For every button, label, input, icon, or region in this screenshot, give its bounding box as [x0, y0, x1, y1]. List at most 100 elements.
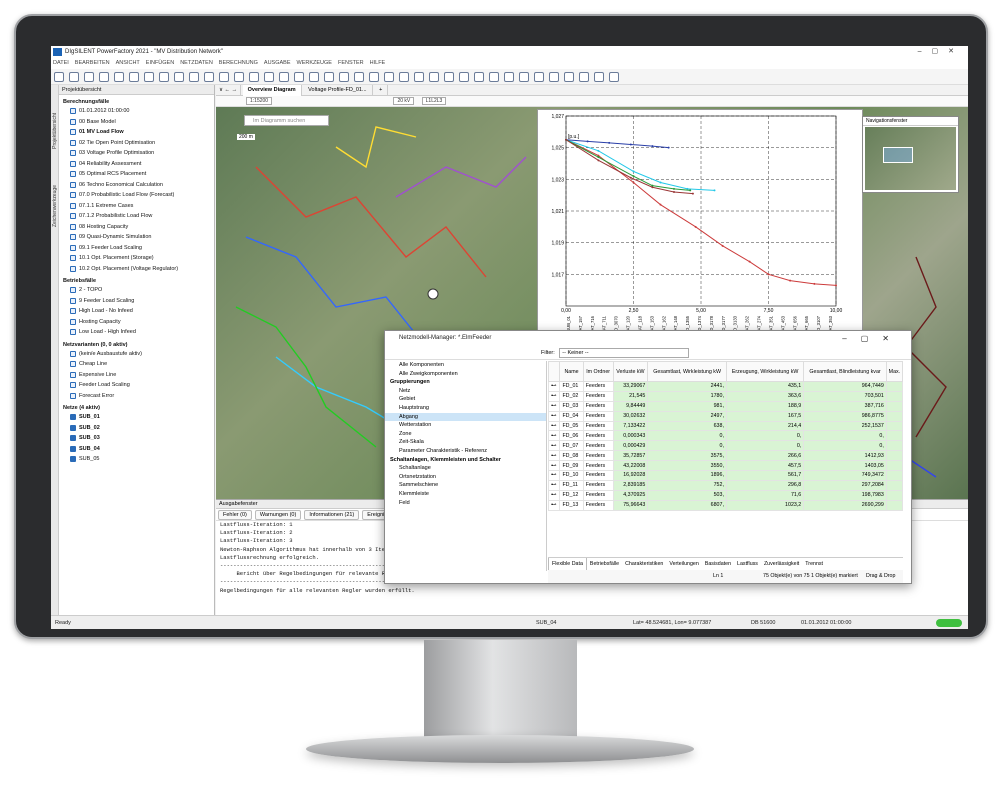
phase-select[interactable]: L1L2L3 — [421, 97, 447, 105]
category-item[interactable]: Zone — [385, 430, 546, 439]
toolbar-button-icon[interactable] — [459, 72, 469, 82]
tree-item[interactable]: 03 Voltage Profile Optimisation — [59, 148, 214, 159]
menu-item-einfügen[interactable]: EINFÜGEN — [146, 60, 174, 66]
toolbar-button-icon[interactable] — [204, 72, 214, 82]
toolbar-button-icon[interactable] — [144, 72, 154, 82]
category-item[interactable]: Schaltanlage — [385, 464, 546, 473]
category-item[interactable]: Hauptstrang — [385, 404, 546, 413]
toolbar-button-icon[interactable] — [219, 72, 229, 82]
column-header[interactable]: Erzeugung, Wirkleistung kW — [725, 361, 805, 382]
menu-item-werkzeuge[interactable]: WERKZEUGE — [297, 60, 332, 66]
column-header[interactable]: Gesamtlast, Wirkleistung kW — [647, 361, 727, 382]
tree-item[interactable]: SUB_01 — [59, 412, 214, 423]
column-header[interactable]: Max. — [885, 361, 903, 382]
menu-item-ansicht[interactable]: ANSICHT — [116, 60, 140, 66]
table-row[interactable]: ⊷ FD_05 Feeders 7,133422 638, 214,4 252,1537 — [548, 420, 903, 432]
tree-item[interactable]: 9 Feeder Load Scaling — [59, 296, 214, 307]
navigation-minimap[interactable] — [865, 127, 956, 190]
toolbar-button-icon[interactable] — [114, 72, 124, 82]
output-filter-button[interactable]: Fehler (0) — [218, 510, 252, 520]
toolbar-button-icon[interactable] — [339, 72, 349, 82]
tree-item[interactable]: Low Load - High Infeed — [59, 327, 214, 338]
category-item[interactable]: Abgang — [385, 412, 546, 422]
tree-item[interactable]: 10.1 Opt. Placement (Storage) — [59, 253, 214, 264]
menu-item-netzdaten[interactable]: NETZDATEN — [180, 60, 213, 66]
toolbar-button-icon[interactable] — [384, 72, 394, 82]
category-item[interactable]: Parameter Charakteristik - Referenz — [385, 447, 546, 456]
toolbar-button-icon[interactable] — [579, 72, 589, 82]
category-item[interactable]: Feld — [385, 499, 546, 508]
toolbar-button-icon[interactable] — [99, 72, 109, 82]
nav-arrows[interactable]: ∨ ← → — [216, 85, 242, 96]
category-item[interactable]: Gebiet — [385, 395, 546, 404]
tree-item[interactable]: 07.1.2 Probabilistic Load Flow — [59, 211, 214, 222]
tree-item[interactable]: Expensive Line — [59, 370, 214, 381]
menu-item-bearbeiten[interactable]: BEARBEITEN — [75, 60, 110, 66]
toolbar-button-icon[interactable] — [84, 72, 94, 82]
tree-item[interactable]: 09 Quasi-Dynamic Simulation — [59, 232, 214, 243]
toolbar-button-icon[interactable] — [129, 72, 139, 82]
table-row[interactable]: ⊷ FD_03 Feeders 9,84449 981, 188,9 387,716 — [548, 400, 903, 412]
navigation-window[interactable]: Navigationsfenster — [862, 116, 959, 193]
toolbar-button-icon[interactable] — [309, 72, 319, 82]
menu-item-fenster[interactable]: FENSTER — [338, 60, 364, 66]
table-row[interactable]: ⊷ FD_13 Feeders 75,96643 6807, 1023,2 2690,299 — [548, 499, 903, 511]
toolbar-button-icon[interactable] — [489, 72, 499, 82]
table-row[interactable]: ⊷ FD_08 Feeders 35,72857 3575, 266,6 1412,93 — [548, 450, 903, 462]
manager-window-controls[interactable]: –▢✕ — [842, 331, 903, 346]
category-item[interactable]: Gruppierungen — [385, 378, 546, 387]
toolbar-button-icon[interactable] — [294, 72, 304, 82]
manager-tab[interactable]: Lastfluss — [734, 558, 761, 570]
tree-item[interactable]: SUB_03 — [59, 433, 214, 444]
table-row[interactable]: ⊷ FD_12 Feeders 4,370925 503, 71,6 198,7983 — [548, 489, 903, 501]
category-item[interactable]: Alle Komponenten — [385, 361, 546, 370]
tree-item[interactable]: 04 Reliability Assessment — [59, 159, 214, 170]
menu-item-ausgabe[interactable]: AUSGABE — [264, 60, 291, 66]
toolbar-button-icon[interactable] — [444, 72, 454, 82]
toolbar-button-icon[interactable] — [189, 72, 199, 82]
tree-item[interactable]: Cheap Line — [59, 359, 214, 370]
toolbar-button-icon[interactable] — [324, 72, 334, 82]
manager-tab[interactable]: Trennst — [802, 558, 826, 570]
toolbar-button-icon[interactable] — [594, 72, 604, 82]
toolbar-button-icon[interactable] — [564, 72, 574, 82]
toolbar-button-icon[interactable] — [609, 72, 619, 82]
category-item[interactable]: Ortsnetzstation — [385, 473, 546, 482]
zoom-field[interactable]: 1:15200 — [246, 97, 273, 105]
tree-item[interactable]: (kein/e Ausbaustufe aktiv) — [59, 349, 214, 360]
manager-tab[interactable]: Verteilungen — [666, 558, 701, 570]
manager-tab[interactable]: Betriebsfälle — [587, 558, 622, 570]
tree-item[interactable]: 10.2 Opt. Placement (Voltage Regulator) — [59, 264, 214, 275]
table-row[interactable]: ⊷ FD_02 Feeders 21,545 1780, 363,6 703,501 — [548, 390, 903, 402]
window-controls[interactable]: –▢✕ — [918, 46, 964, 58]
toolbar-button-icon[interactable] — [504, 72, 514, 82]
toolbar-button-icon[interactable] — [399, 72, 409, 82]
manager-tab[interactable]: Zuverlässigkeit — [761, 558, 802, 570]
side-tab-drawing[interactable]: Zeichenwerkzeuge — [52, 185, 58, 227]
category-item[interactable]: Klemmleiste — [385, 490, 546, 499]
column-header[interactable]: Verluste kW — [612, 361, 649, 382]
tree-item[interactable]: 05 Optimal RCS Placement — [59, 169, 214, 180]
tab-voltage-profile[interactable]: Voltage Profile-FD_01... — [303, 85, 373, 96]
side-tab-project[interactable]: Projektübersicht — [52, 113, 58, 149]
toolbar-button-icon[interactable] — [354, 72, 364, 82]
tree-item[interactable]: 09.1 Feeder Load Scaling — [59, 243, 214, 254]
manager-tab[interactable]: Basisdaten — [702, 558, 734, 570]
table-row[interactable]: ⊷ FD_09 Feeders 43,22008 3550, 457,5 1403,05 — [548, 460, 903, 472]
category-item[interactable]: Alle Zweigkomponenten — [385, 370, 546, 379]
menu-item-datei[interactable]: DATEI — [53, 60, 69, 66]
add-tab-button[interactable]: + — [374, 85, 389, 96]
table-row[interactable]: ⊷ FD_11 Feeders 2,839185 752, 296,8 297,2084 — [548, 479, 903, 491]
network-model-manager[interactable]: Netzmodell-Manager: *.ElmFeeder –▢✕ Filt… — [384, 330, 912, 584]
tree-item[interactable]: SUB_04 — [59, 444, 214, 455]
tree-item[interactable]: 2 - TOPO — [59, 285, 214, 296]
toolbar-button-icon[interactable] — [69, 72, 79, 82]
tree-item[interactable]: 01.01.2012 01:00:00 — [59, 106, 214, 117]
toolbar-button-icon[interactable] — [414, 72, 424, 82]
filter-select[interactable]: -- Keiner -- — [559, 347, 690, 358]
toolbar-button-icon[interactable] — [234, 72, 244, 82]
toolbar-button-icon[interactable] — [474, 72, 484, 82]
tree-item[interactable]: Feeder Load Scaling — [59, 380, 214, 391]
tree-item[interactable]: 01 MV Load Flow — [59, 127, 214, 138]
tree-item[interactable]: 02 Tie Open Point Optimisation — [59, 138, 214, 149]
